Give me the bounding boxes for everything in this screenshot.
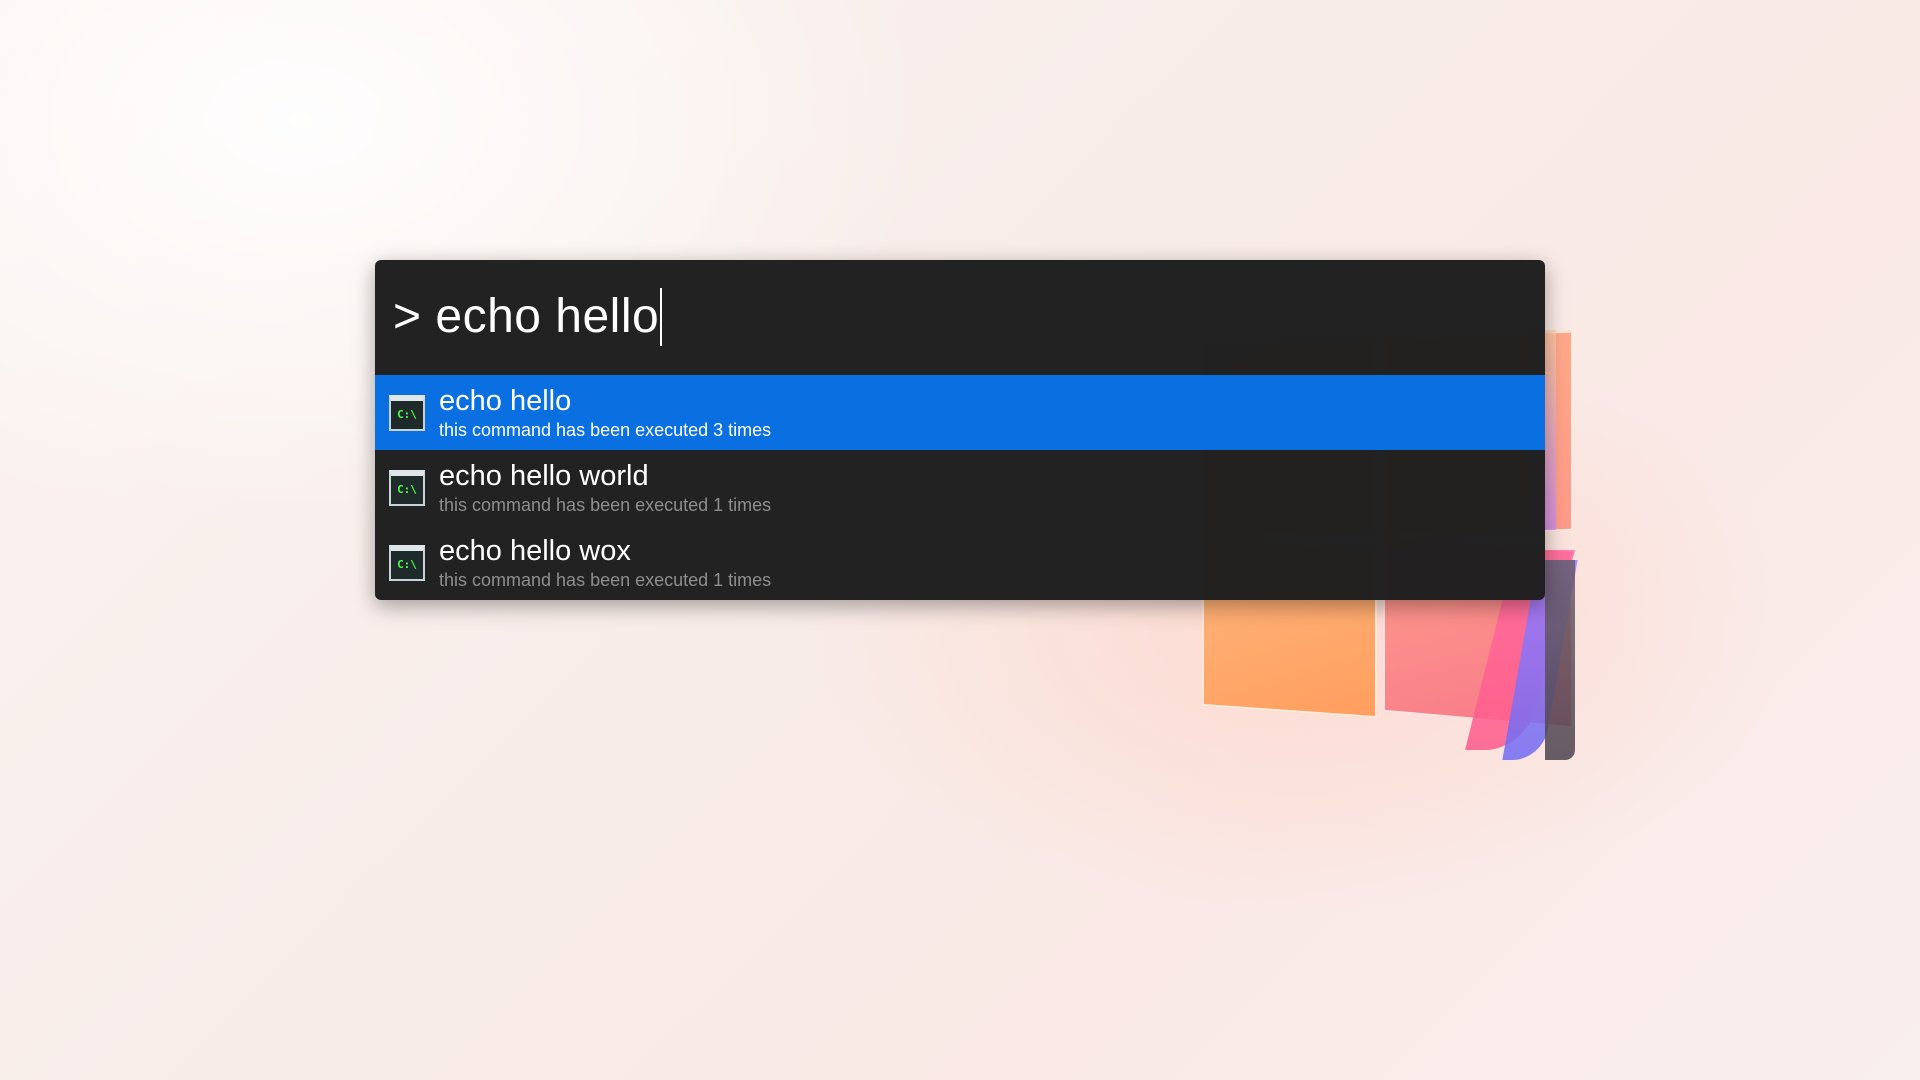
command-prompt-icon-text: C:\ bbox=[397, 483, 417, 496]
command-prompt-icon-text: C:\ bbox=[397, 558, 417, 571]
query-text[interactable]: > echo hello bbox=[393, 289, 659, 344]
command-prompt-icon: C:\ bbox=[389, 544, 425, 581]
text-caret bbox=[660, 287, 663, 346]
command-prompt-icon-text: C:\ bbox=[397, 408, 417, 421]
result-item[interactable]: C:\ echo hello wox this command has been… bbox=[375, 525, 1545, 600]
result-text: echo hello wox this command has been exe… bbox=[439, 534, 771, 591]
result-subtitle: this command has been executed 1 times bbox=[439, 570, 772, 590]
result-subtitle: this command has been executed 3 times bbox=[439, 420, 772, 440]
logo-page-curl-dark bbox=[1545, 560, 1575, 760]
result-title: echo hello bbox=[439, 385, 572, 417]
result-text: echo hello world this command has been e… bbox=[439, 459, 771, 516]
result-item-selected[interactable]: C:\ echo hello this command has been exe… bbox=[375, 375, 1545, 450]
command-prompt-icon: C:\ bbox=[389, 394, 425, 431]
launcher-window: > echo hello C:\ echo hello this command… bbox=[375, 260, 1545, 600]
result-subtitle: this command has been executed 1 times bbox=[439, 495, 772, 515]
result-title: echo hello wox bbox=[439, 535, 631, 567]
result-item[interactable]: C:\ echo hello world this command has be… bbox=[375, 450, 1545, 525]
result-text: echo hello this command has been execute… bbox=[439, 384, 771, 441]
results-list: C:\ echo hello this command has been exe… bbox=[375, 375, 1545, 600]
result-title: echo hello world bbox=[439, 460, 649, 492]
query-input[interactable]: > echo hello bbox=[375, 260, 1545, 373]
command-prompt-icon: C:\ bbox=[389, 469, 425, 506]
